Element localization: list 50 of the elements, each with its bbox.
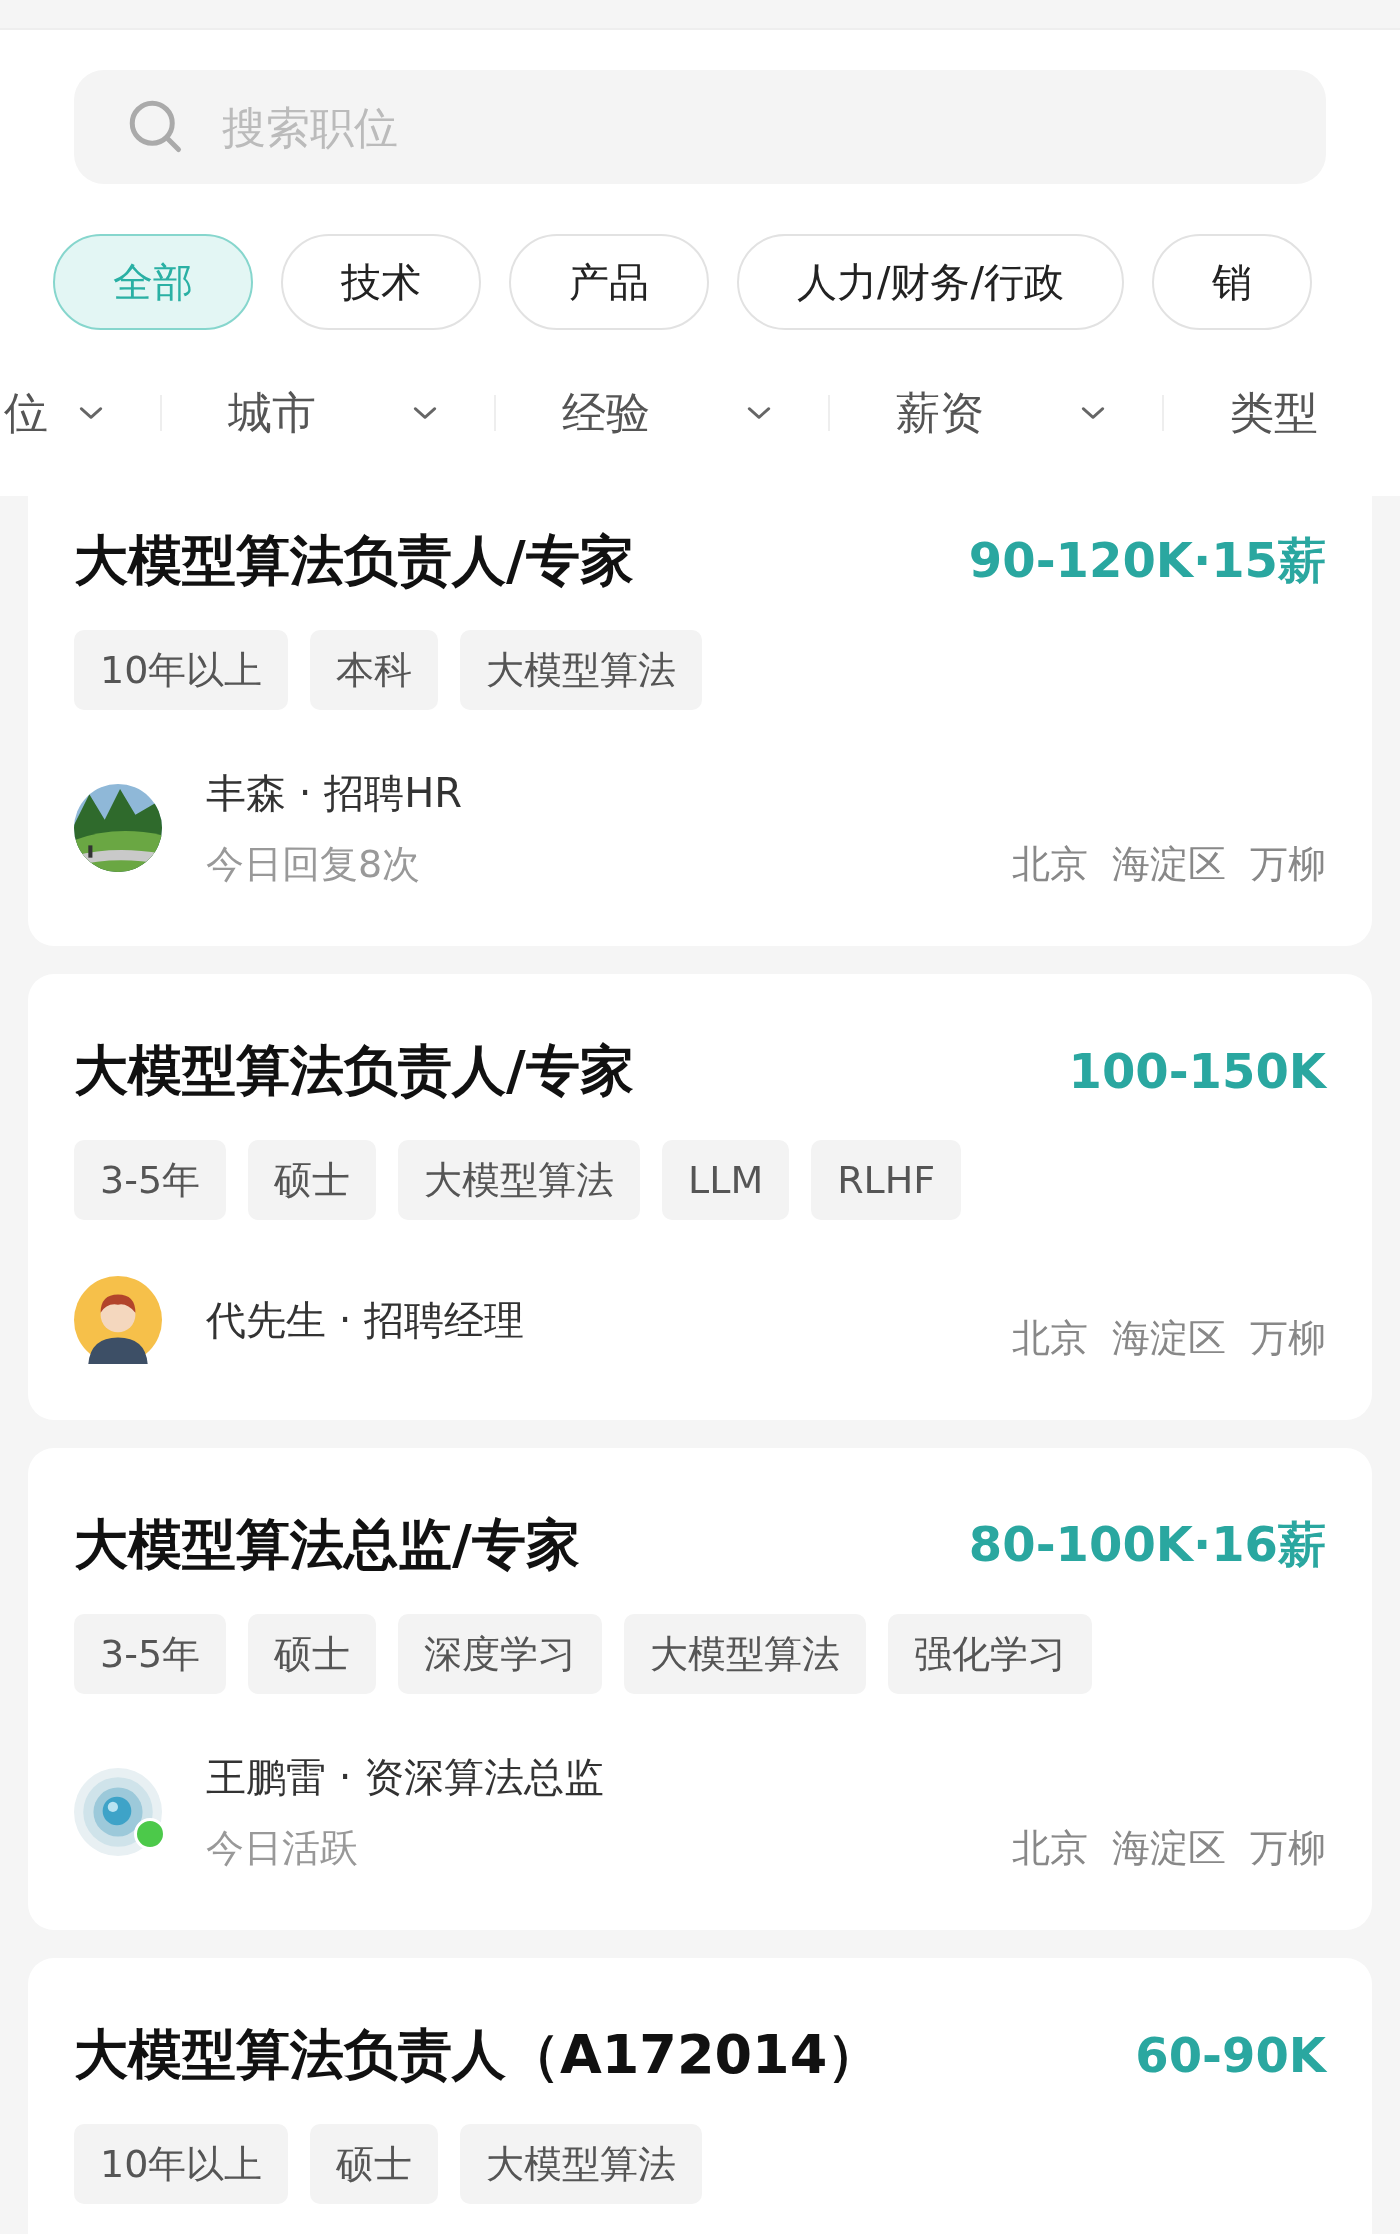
filter-dropdown[interactable]: 薪资: [896, 383, 984, 443]
job-tag: 硕士: [248, 1140, 377, 1220]
filter-dropdown[interactable]: 类型: [1230, 383, 1318, 443]
job-tag: 大模型算法: [398, 1140, 641, 1220]
recruiter-name: 代先生 · 招聘经理: [206, 1295, 526, 1345]
job-location: 北京 海淀区 万柳: [1011, 1825, 1326, 1872]
job-card[interactable]: 大模型算法负责人/专家 90-120K·15薪 10年以上 本科 大模型算法 丰森 · 招聘HR 今日回复8次 北京 海淀区 万柳: [28, 496, 1372, 946]
salary: 60-90K: [1135, 2027, 1326, 2083]
category-chip[interactable]: 人力/财务/行政: [737, 234, 1124, 330]
job-card[interactable]: 大模型算法负责人/专家 100-150K 3-5年 硕士 大模型算法 LLM RLHF 代先生 · 招聘经理 北京 海淀区 万柳: [28, 974, 1372, 1420]
chevron-down-icon: [746, 405, 772, 421]
job-title: 大模型算法负责人/专家: [74, 1038, 634, 1104]
salary: 100-150K: [1068, 1043, 1326, 1099]
job-tag: 3-5年: [74, 1614, 227, 1694]
category-chip[interactable]: 技术: [281, 234, 481, 330]
chevron-down-icon: [78, 405, 104, 421]
job-tag: RLHF: [811, 1140, 962, 1220]
search-field[interactable]: 搜索职位: [74, 70, 1326, 184]
job-tag: 强化学习: [888, 1614, 1093, 1694]
salary: 90-120K·15薪: [968, 531, 1326, 590]
job-tag: 本科: [310, 630, 439, 710]
job-card[interactable]: 大模型算法总监/专家 80-100K·16薪 3-5年 硕士 深度学习 大模型算法 强化学习 王鹏雷 · 资深算法总监 今日活跃 北京 海淀区 万柳: [28, 1448, 1372, 1930]
job-location: 北京 海淀区 万柳: [1011, 1315, 1326, 1362]
job-title: 大模型算法负责人（A172014）: [74, 2022, 882, 2088]
job-tag: 10年以上: [74, 630, 289, 710]
job-tag: 10年以上: [74, 2124, 289, 2204]
recruiter-name: 王鹏雷 · 资深算法总监: [206, 1753, 606, 1802]
chevron-down-icon: [412, 405, 438, 421]
job-tag: 3-5年: [74, 1140, 227, 1220]
recruiter-status: 今日活跃: [206, 1825, 359, 1872]
job-tag: 硕士: [310, 2124, 439, 2204]
job-tag: 大模型算法: [460, 630, 703, 710]
job-title: 大模型算法负责人/专家: [74, 528, 634, 594]
job-location: 北京 海淀区 万柳: [1011, 841, 1326, 888]
filter-dropdown[interactable]: 经验: [562, 383, 650, 443]
category-chip[interactable]: 销: [1151, 234, 1312, 330]
job-tag: 大模型算法: [624, 1614, 867, 1694]
category-chip[interactable]: 产品: [509, 234, 709, 330]
job-tag: 深度学习: [398, 1614, 603, 1694]
job-tag: 硕士: [248, 1614, 377, 1694]
job-tag: LLM: [662, 1140, 790, 1220]
recruiter-status: 今日回复8次: [206, 841, 422, 888]
recruiter-name: 丰森 · 招聘HR: [206, 769, 463, 818]
chevron-down-icon: [1080, 405, 1106, 421]
filter-dropdown[interactable]: 城市: [228, 383, 316, 443]
filter-dropdown[interactable]: 位: [4, 383, 48, 443]
salary: 80-100K·16薪: [968, 1515, 1326, 1574]
job-card[interactable]: 大模型算法负责人（A172014） 60-90K 10年以上 硕士 大模型算法: [28, 1958, 1372, 2234]
job-title: 大模型算法总监/专家: [74, 1512, 580, 1578]
job-tag: 大模型算法: [460, 2124, 703, 2204]
